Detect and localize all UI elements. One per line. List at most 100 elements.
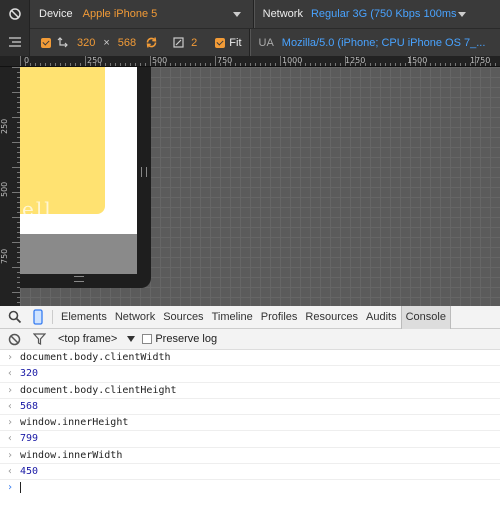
ruler-label: 500 xyxy=(0,181,9,197)
ruler-tick xyxy=(445,63,446,66)
ruler-tick xyxy=(495,63,496,66)
ruler-tick xyxy=(315,63,316,66)
ruler-tick xyxy=(250,63,251,66)
console-result-line: ‹ 799 xyxy=(0,431,500,448)
ruler-tick xyxy=(55,63,56,66)
ruler-tick xyxy=(80,63,81,66)
user-agent-input[interactable]: Mozilla/5.0 (iPhone; CPU iPhone OS 7_... xyxy=(282,37,486,49)
chevron-right-icon: › xyxy=(7,384,14,396)
ruler-tick xyxy=(320,63,321,66)
ruler-tick xyxy=(12,267,20,268)
ruler-tick xyxy=(240,63,241,66)
resolution-icon xyxy=(57,37,68,48)
chevron-down-icon xyxy=(457,11,466,17)
ruler-tick xyxy=(150,56,151,66)
ruler-tick xyxy=(280,56,281,66)
ruler-tick xyxy=(455,63,456,66)
emulation-row-device: Device Apple iPhone 5 Network Regular 3G… xyxy=(30,0,500,28)
tab-network[interactable]: Network xyxy=(111,306,159,329)
ruler-label: 500 xyxy=(152,56,168,65)
ruler-tick xyxy=(120,63,121,66)
console-result-line: ‹ 320 xyxy=(0,366,500,383)
console-toolbar: <top frame> Preserve log xyxy=(0,329,500,350)
ruler-tick xyxy=(12,217,20,218)
console-result-line: ‹ 568 xyxy=(0,399,500,416)
resolution-checkbox[interactable] xyxy=(41,37,51,48)
console-input-line: › window.innerHeight xyxy=(0,415,500,432)
ruler-tick xyxy=(110,63,111,66)
tab-resources[interactable]: Resources xyxy=(301,306,362,329)
tab-profiles[interactable]: Profiles xyxy=(257,306,302,329)
horizontal-ruler: 0 250 500 750 1000 1250 1500 1750 xyxy=(0,56,500,67)
ruler-tick xyxy=(180,63,181,66)
resize-handle-right[interactable] xyxy=(141,167,147,177)
console-prompt[interactable]: › xyxy=(0,480,500,496)
no-emulation-icon[interactable] xyxy=(8,7,22,21)
preserve-log-checkbox[interactable] xyxy=(142,334,153,344)
result-arrow-icon: ‹ xyxy=(7,368,14,380)
height-input[interactable]: 568 xyxy=(118,37,136,49)
tab-sources[interactable]: Sources xyxy=(159,306,207,329)
ruler-tick xyxy=(115,63,116,66)
ruler-tick xyxy=(20,56,21,66)
vertical-ruler: 250 500 750 xyxy=(0,67,20,306)
chevron-down-icon xyxy=(232,11,241,17)
tab-timeline[interactable]: Timeline xyxy=(208,306,257,329)
filter-icon[interactable] xyxy=(33,333,46,345)
console-result: 799 xyxy=(20,433,39,445)
ruler-tick xyxy=(30,63,31,66)
ruler-tick xyxy=(245,63,246,66)
ruler-label: 1000 xyxy=(282,56,303,65)
ruler-tick xyxy=(35,63,36,66)
ruler-tick xyxy=(390,63,391,66)
device-mode-icon[interactable] xyxy=(32,309,44,325)
clear-console-icon[interactable] xyxy=(8,333,21,346)
ruler-tick xyxy=(175,63,176,66)
fit-label: Fit xyxy=(229,36,242,49)
ruler-tick xyxy=(200,63,201,66)
chevron-right-icon: › xyxy=(7,417,14,429)
ruler-tick xyxy=(270,63,271,66)
device-pixel-ratio-input[interactable]: 2 xyxy=(191,37,197,49)
ruler-tick xyxy=(380,63,381,66)
swap-dimensions-icon[interactable] xyxy=(145,36,158,49)
ruler-tick xyxy=(465,63,466,66)
ruler-tick xyxy=(335,63,336,66)
console-result: 450 xyxy=(20,466,39,478)
emulation-toolbar: Device Apple iPhone 5 Network Regular 3G… xyxy=(0,0,500,57)
tab-elements[interactable]: Elements xyxy=(57,306,111,329)
console-input-line: › document.body.clientHeight xyxy=(0,383,500,399)
ruler-tick xyxy=(12,192,20,193)
fit-checkbox[interactable] xyxy=(215,37,226,48)
resize-handle-bottom[interactable] xyxy=(74,276,84,282)
ruler-tick xyxy=(65,63,66,66)
ruler-tick xyxy=(265,63,266,66)
ruler-tick xyxy=(255,63,256,66)
network-select-value: Regular 3G (750 Kbps 100ms RT xyxy=(310,8,457,20)
network-select[interactable]: Regular 3G (750 Kbps 100ms RT xyxy=(311,8,466,20)
result-arrow-icon: ‹ xyxy=(7,433,14,445)
tab-audits[interactable]: Audits xyxy=(362,306,401,329)
tab-console[interactable]: Console xyxy=(400,305,451,329)
ruler-tick xyxy=(430,63,431,66)
ruler-tick xyxy=(190,63,191,66)
search-icon[interactable] xyxy=(8,310,22,324)
chevron-right-icon: › xyxy=(7,352,14,363)
console-output[interactable]: › document.body.clientWidth ‹ 320 › documen… xyxy=(0,350,500,526)
ruler-tick xyxy=(460,63,461,66)
ruler-tick xyxy=(405,63,406,66)
chevron-right-icon: › xyxy=(7,449,14,461)
times-sign: × xyxy=(103,36,110,49)
drawer-toggle-icon[interactable] xyxy=(8,36,22,48)
page-ghost-text: ell xyxy=(22,197,53,221)
width-input[interactable]: 320 xyxy=(77,37,95,49)
ruler-tick xyxy=(12,117,20,118)
ruler-tick xyxy=(12,92,20,93)
ruler-tick xyxy=(260,63,261,66)
device-pixel-ratio-icon xyxy=(173,37,184,48)
ruler-tick xyxy=(12,142,20,143)
console-command: window.innerHeight xyxy=(20,417,129,429)
frame-select[interactable]: <top frame> xyxy=(58,333,136,345)
device-select-value: Apple iPhone 5 xyxy=(82,8,158,20)
device-select[interactable]: Apple iPhone 5 xyxy=(83,8,241,20)
